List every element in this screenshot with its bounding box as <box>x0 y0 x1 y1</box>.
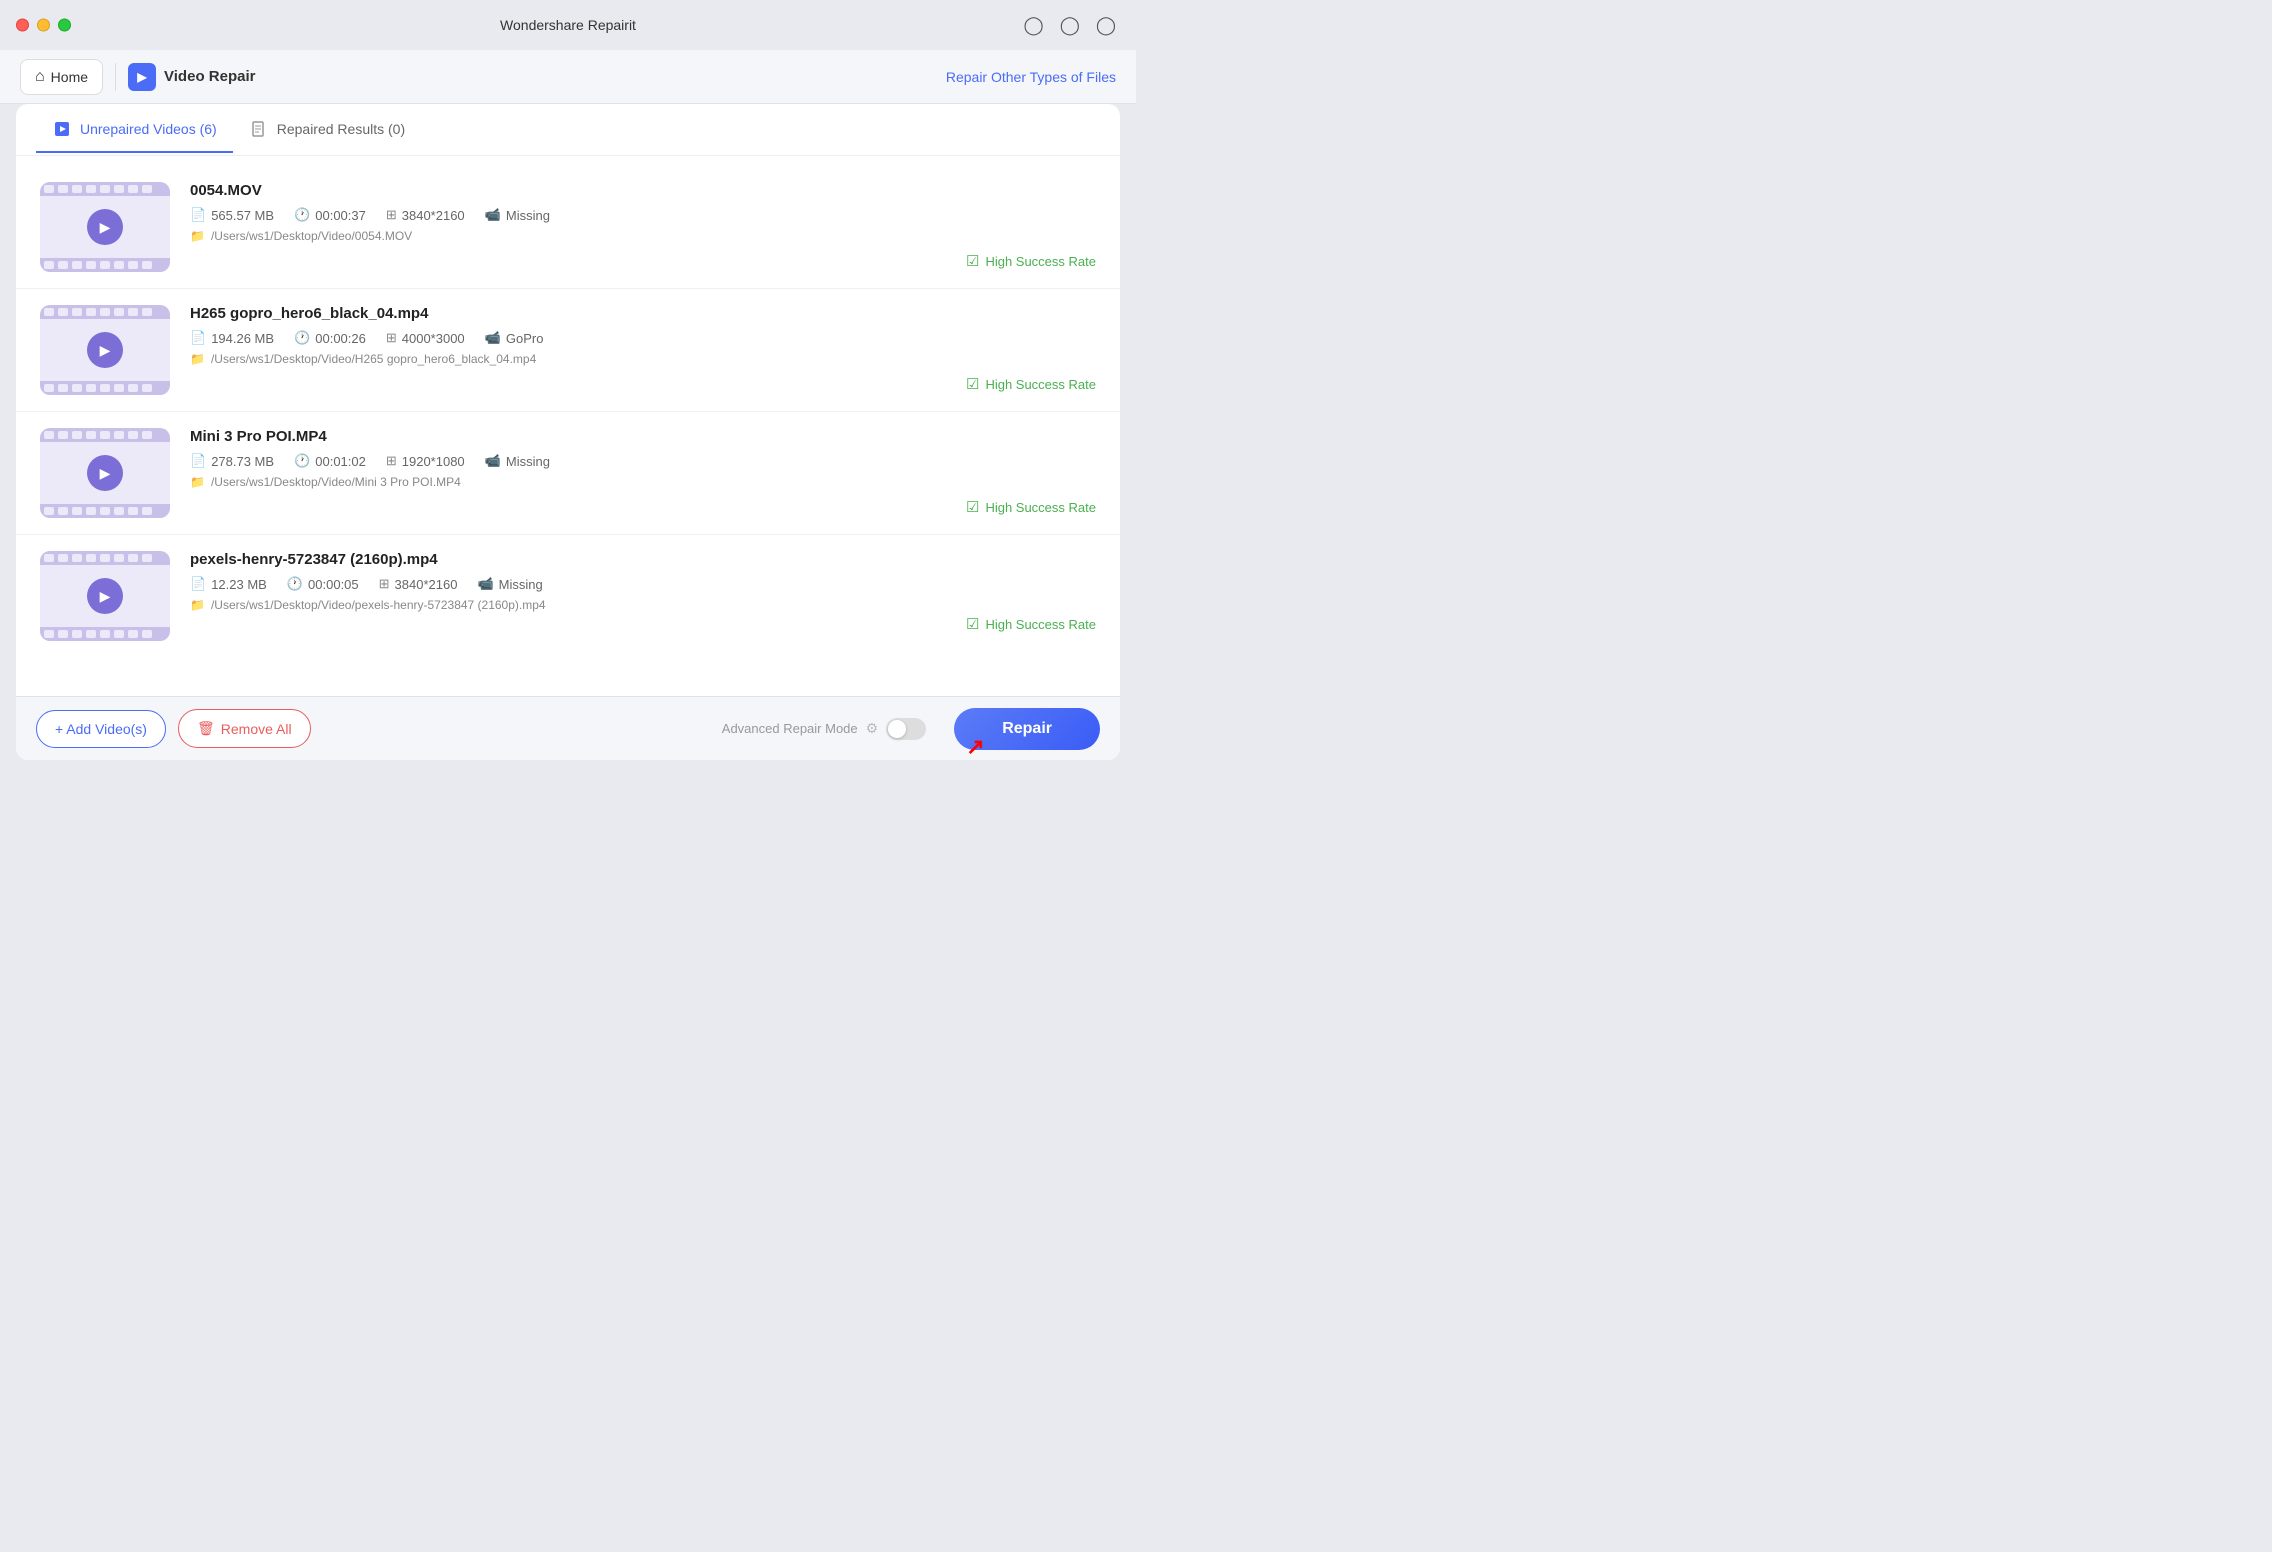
video-path: 📁 /Users/ws1/Desktop/Video/pexels-henry-… <box>190 598 1096 612</box>
success-icon: ☑ <box>966 615 979 633</box>
play-icon: ▶ <box>87 455 123 491</box>
traffic-lights <box>16 19 71 32</box>
unrepaired-tab-label: Unrepaired Videos (6) <box>80 121 217 137</box>
headset-icon[interactable]: ◯ <box>1096 15 1116 36</box>
success-rate-badge: ☑ High Success Rate <box>966 498 1096 516</box>
tabs-bar: Unrepaired Videos (6) Repaired Results (… <box>16 104 1120 156</box>
video-list: ▶ 0054.MOV 📄 565.57 MB 🕐 00:00:37 ⊞ 3840… <box>16 156 1120 696</box>
nav-bar: ⌂ Home ▶ Video Repair Repair Other Types… <box>0 50 1136 104</box>
app-title: Wondershare Repairit <box>500 17 636 33</box>
unrepaired-tab-icon <box>52 119 72 139</box>
repair-other-link[interactable]: Repair Other Types of Files <box>946 69 1116 85</box>
success-rate-label: High Success Rate <box>985 377 1096 392</box>
toggle-knob <box>888 720 906 738</box>
video-name: Mini 3 Pro POI.MP4 <box>190 428 1096 445</box>
info-icon: ⚙ <box>866 720 879 737</box>
main-content: Unrepaired Videos (6) Repaired Results (… <box>16 104 1120 760</box>
success-icon: ☑ <box>966 498 979 516</box>
repaired-tab-label: Repaired Results (0) <box>277 121 405 137</box>
video-repair-label: Video Repair <box>164 68 255 85</box>
bottom-bar: + Add Video(s) 🗑 Remove All Advanced Rep… <box>16 696 1120 760</box>
video-meta: 📄 565.57 MB 🕐 00:00:37 ⊞ 3840*2160 📹 Mis… <box>190 207 1096 223</box>
trash-icon: 🗑 <box>197 720 215 737</box>
home-icon: ⌂ <box>35 68 45 86</box>
tab-repaired[interactable]: Repaired Results (0) <box>233 107 421 153</box>
video-path: 📁 /Users/ws1/Desktop/Video/Mini 3 Pro PO… <box>190 475 1096 489</box>
success-rate-badge: ☑ High Success Rate <box>966 252 1096 270</box>
play-icon: ▶ <box>87 332 123 368</box>
add-videos-button[interactable]: + Add Video(s) <box>36 710 166 748</box>
video-name: H265 gopro_hero6_black_04.mp4 <box>190 305 1096 322</box>
video-thumbnail: ▶ <box>40 428 170 518</box>
repaired-tab-icon <box>249 119 269 139</box>
minimize-button[interactable] <box>37 19 50 32</box>
user-icon[interactable]: ◯ <box>1024 15 1044 36</box>
video-meta: 📄 278.73 MB 🕐 00:01:02 ⊞ 1920*1080 📹 Mis… <box>190 453 1096 469</box>
home-label: Home <box>51 69 88 85</box>
success-rate-badge: ☑ High Success Rate <box>966 375 1096 393</box>
video-item: ▶ H265 gopro_hero6_black_04.mp4 📄 194.26… <box>16 289 1120 412</box>
video-item: ▶ Mini 3 Pro POI.MP4 📄 278.73 MB 🕐 00:01… <box>16 412 1120 535</box>
title-bar: Wondershare Repairit ◯ ◯ ◯ <box>0 0 1136 50</box>
remove-all-label: Remove All <box>221 721 292 737</box>
video-info: pexels-henry-5723847 (2160p).mp4 📄 12.23… <box>190 551 1096 612</box>
success-rate-badge: ☑ High Success Rate <box>966 615 1096 633</box>
video-meta: 📄 12.23 MB 🕐 00:00:05 ⊞ 3840*2160 📹 Miss… <box>190 576 1096 592</box>
video-info: Mini 3 Pro POI.MP4 📄 278.73 MB 🕐 00:01:0… <box>190 428 1096 489</box>
play-icon: ▶ <box>87 578 123 614</box>
success-rate-label: High Success Rate <box>985 254 1096 269</box>
video-info: H265 gopro_hero6_black_04.mp4 📄 194.26 M… <box>190 305 1096 366</box>
home-nav-button[interactable]: ⌂ Home <box>20 59 103 95</box>
advanced-mode-section: Advanced Repair Mode ⚙ <box>722 718 926 740</box>
success-rate-label: High Success Rate <box>985 500 1096 515</box>
advanced-mode-label: Advanced Repair Mode <box>722 721 858 736</box>
maximize-button[interactable] <box>58 19 71 32</box>
video-meta: 📄 194.26 MB 🕐 00:00:26 ⊞ 4000*3000 📹 GoP… <box>190 330 1096 346</box>
video-thumbnail: ▶ <box>40 305 170 395</box>
success-icon: ☑ <box>966 375 979 393</box>
video-name: 0054.MOV <box>190 182 1096 199</box>
tab-unrepaired[interactable]: Unrepaired Videos (6) <box>36 107 233 153</box>
repair-button[interactable]: Repair <box>954 708 1100 750</box>
video-item: ▶ pexels-henry-5723847 (2160p).mp4 📄 12.… <box>16 535 1120 651</box>
video-thumbnail: ▶ <box>40 551 170 641</box>
title-icons: ◯ ◯ ◯ <box>1024 15 1116 36</box>
play-icon: ▶ <box>87 209 123 245</box>
success-icon: ☑ <box>966 252 979 270</box>
video-thumbnail: ▶ <box>40 182 170 272</box>
remove-all-button[interactable]: 🗑 Remove All <box>178 709 311 748</box>
video-repair-icon: ▶ <box>128 63 156 91</box>
video-name: pexels-henry-5723847 (2160p).mp4 <box>190 551 1096 568</box>
video-repair-nav: ▶ Video Repair <box>128 63 255 91</box>
advanced-mode-toggle[interactable] <box>886 718 926 740</box>
success-rate-label: High Success Rate <box>985 617 1096 632</box>
video-path: 📁 /Users/ws1/Desktop/Video/H265 gopro_he… <box>190 352 1096 366</box>
video-item: ▶ 0054.MOV 📄 565.57 MB 🕐 00:00:37 ⊞ 3840… <box>16 166 1120 289</box>
close-button[interactable] <box>16 19 29 32</box>
video-info: 0054.MOV 📄 565.57 MB 🕐 00:00:37 ⊞ 3840*2… <box>190 182 1096 243</box>
nav-divider <box>115 63 116 91</box>
video-path: 📁 /Users/ws1/Desktop/Video/0054.MOV <box>190 229 1096 243</box>
chat-icon[interactable]: ◯ <box>1060 15 1080 36</box>
